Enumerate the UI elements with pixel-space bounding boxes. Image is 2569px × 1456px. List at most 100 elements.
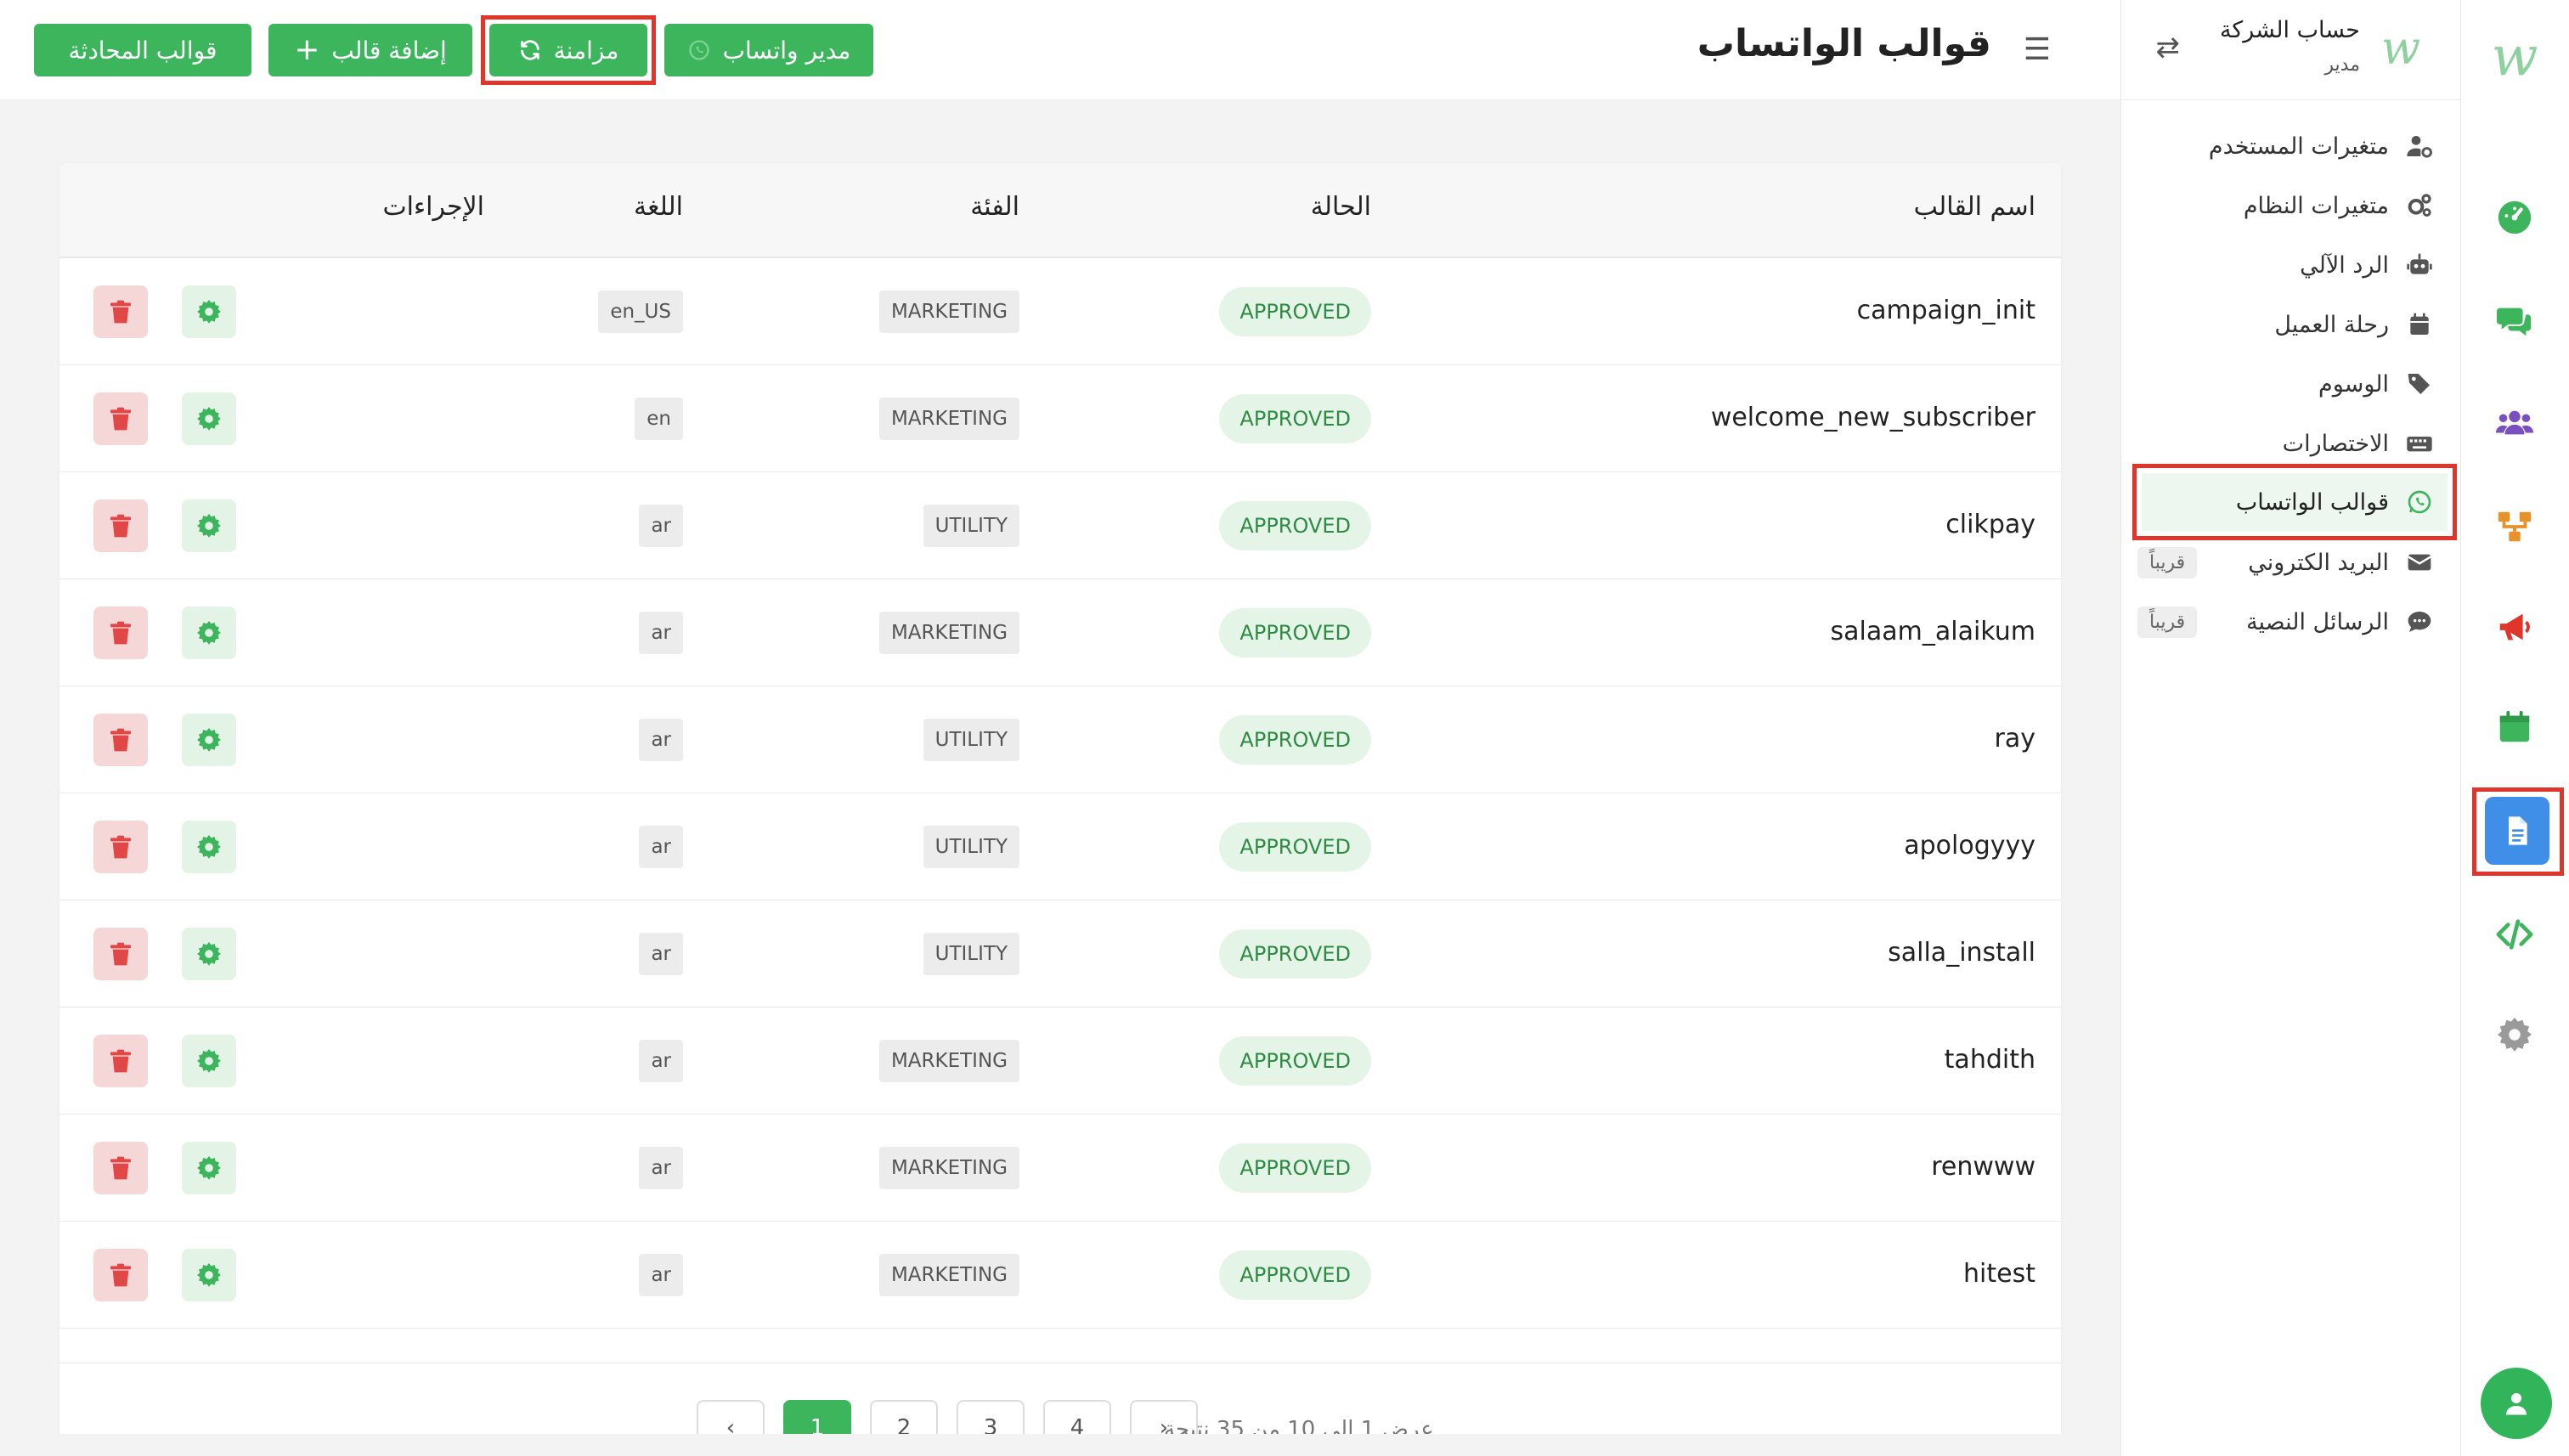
account-switcher[interactable]: w حساب الشركة مدير ⇄ <box>2120 0 2460 100</box>
sidebar-item-shortcuts[interactable]: الاختصارات <box>2137 420 2435 467</box>
add-template-button[interactable]: إضافة قالب + <box>268 24 472 76</box>
gear-icon <box>195 1261 223 1289</box>
delete-template-button[interactable] <box>93 928 148 980</box>
category-badge: UTILITY <box>923 719 1019 761</box>
sync-button[interactable]: مزامنة <box>489 24 647 76</box>
account-name: حساب الشركة <box>2219 17 2360 43</box>
edit-template-button[interactable] <box>182 821 236 873</box>
sidebar-item-email[interactable]: البريد الكتروني قريباً <box>2137 539 2435 586</box>
status-badge: APPROVED <box>1219 394 1371 443</box>
trash-icon <box>107 619 134 646</box>
delete-template-button[interactable] <box>93 714 148 766</box>
whatsapp-manager-button[interactable]: مدير واتساب <box>664 24 873 76</box>
code-icon[interactable] <box>2487 907 2542 962</box>
sidebar-item-sms[interactable]: الرسائل النصية قريباً <box>2137 598 2435 646</box>
status-badge: APPROVED <box>1219 1250 1371 1300</box>
category-badge: UTILITY <box>923 933 1019 975</box>
template-name: salla_install <box>1888 938 2035 968</box>
conversation-templates-label: قوالب المحادثة <box>68 36 217 65</box>
edit-template-button[interactable] <box>182 1249 236 1301</box>
gear-icon <box>195 512 223 539</box>
delete-template-button[interactable] <box>93 607 148 659</box>
trash-icon <box>107 512 134 539</box>
sync-label: مزامنة <box>553 36 619 65</box>
sidebar-item-tags[interactable]: الوسوم <box>2137 360 2435 408</box>
template-name: welcome_new_subscriber <box>1710 403 2035 432</box>
delete-template-button[interactable] <box>93 285 148 338</box>
calendar-icon[interactable] <box>2487 700 2542 754</box>
template-name: ray <box>1994 724 2035 753</box>
flow-icon[interactable] <box>2487 499 2542 554</box>
megaphone-icon[interactable] <box>2487 600 2542 654</box>
status-badge: APPROVED <box>1219 287 1371 336</box>
status-badge: APPROVED <box>1219 822 1371 872</box>
language-badge: en_US <box>598 291 683 333</box>
conversation-templates-button[interactable]: قوالب المحادثة <box>34 24 251 76</box>
table-row: apologyyy APPROVED UTILITY ar <box>59 793 2061 900</box>
sidebar-item-user-variables[interactable]: متغيرات المستخدم <box>2137 122 2435 170</box>
trash-icon <box>107 298 134 325</box>
language-badge: ar <box>639 505 683 547</box>
coming-soon-badge: قريباً <box>2137 606 2198 638</box>
trash-icon <box>107 726 134 753</box>
settings-icon[interactable] <box>2487 1007 2542 1062</box>
robot-icon <box>2404 250 2435 280</box>
delete-template-button[interactable] <box>93 821 148 873</box>
gear-icon <box>195 405 223 432</box>
category-badge: MARKETING <box>878 612 1019 654</box>
category-badge: UTILITY <box>923 505 1019 547</box>
template-name: campaign_init <box>1856 296 2035 325</box>
add-template-label: إضافة قالب <box>331 36 447 65</box>
sidebar-item-whatsapp-templates[interactable]: قوالب الواتساب <box>2137 478 2435 526</box>
column-status: الحالة <box>1310 192 1371 222</box>
switch-arrows-icon[interactable]: ⇄ <box>2156 31 2181 65</box>
envelope-icon <box>2404 547 2435 578</box>
edit-template-button[interactable] <box>182 714 236 766</box>
table-row: welcome_new_subscriber APPROVED MARKETING e… <box>59 365 2061 472</box>
delete-template-button[interactable] <box>93 1142 148 1194</box>
edit-template-button[interactable] <box>182 392 236 445</box>
language-badge: ar <box>639 1147 683 1189</box>
coming-soon-badge: قريباً <box>2137 546 2198 578</box>
gear-icon <box>195 1154 223 1182</box>
user-cog-icon <box>2404 131 2435 161</box>
cogs-icon <box>2404 190 2435 221</box>
profile-icon[interactable] <box>2481 1368 2552 1439</box>
delete-template-button[interactable] <box>93 1035 148 1087</box>
trash-icon <box>107 833 134 861</box>
sms-icon <box>2404 607 2435 637</box>
gear-icon <box>195 833 223 861</box>
category-badge: MARKETING <box>878 1040 1019 1082</box>
gear-icon <box>195 1047 223 1075</box>
chat-icon[interactable] <box>2487 294 2542 348</box>
sidebar-item-customer-journey[interactable]: رحلة العميل <box>2137 301 2435 348</box>
menu-icon[interactable]: ☰ <box>2024 32 2051 67</box>
tags-icon <box>2404 369 2435 399</box>
status-badge: APPROVED <box>1219 1036 1371 1086</box>
settings-sidebar: w حساب الشركة مدير ⇄ متغيرات المستخدم مت… <box>2120 0 2460 1456</box>
table-header: اسم القالب الحالة الفئة اللغة الإجراءات <box>59 163 2061 258</box>
brand-logo: w <box>2491 25 2538 88</box>
templates-icon[interactable] <box>2485 797 2549 865</box>
delete-template-button[interactable] <box>93 1249 148 1301</box>
trash-icon <box>107 405 134 432</box>
gear-icon <box>195 298 223 325</box>
language-badge: ar <box>639 1254 683 1296</box>
status-badge: APPROVED <box>1219 1143 1371 1193</box>
table-row: tahdith APPROVED MARKETING ar <box>59 1007 2061 1115</box>
sidebar-item-system-variables[interactable]: متغيرات النظام <box>2137 182 2435 229</box>
edit-template-button[interactable] <box>182 1035 236 1087</box>
edit-template-button[interactable] <box>182 607 236 659</box>
delete-template-button[interactable] <box>93 392 148 445</box>
dashboard-icon[interactable] <box>2487 190 2542 245</box>
language-badge: ar <box>639 933 683 975</box>
sidebar-item-auto-reply[interactable]: الرد الآلي <box>2137 241 2435 289</box>
edit-template-button[interactable] <box>182 1142 236 1194</box>
users-icon[interactable] <box>2487 396 2542 450</box>
edit-template-button[interactable] <box>182 928 236 980</box>
delete-template-button[interactable] <box>93 499 148 552</box>
edit-template-button[interactable] <box>182 285 236 338</box>
language-badge: ar <box>639 826 683 868</box>
edit-template-button[interactable] <box>182 499 236 552</box>
table-row: renwww APPROVED MARKETING ar <box>59 1115 2061 1222</box>
